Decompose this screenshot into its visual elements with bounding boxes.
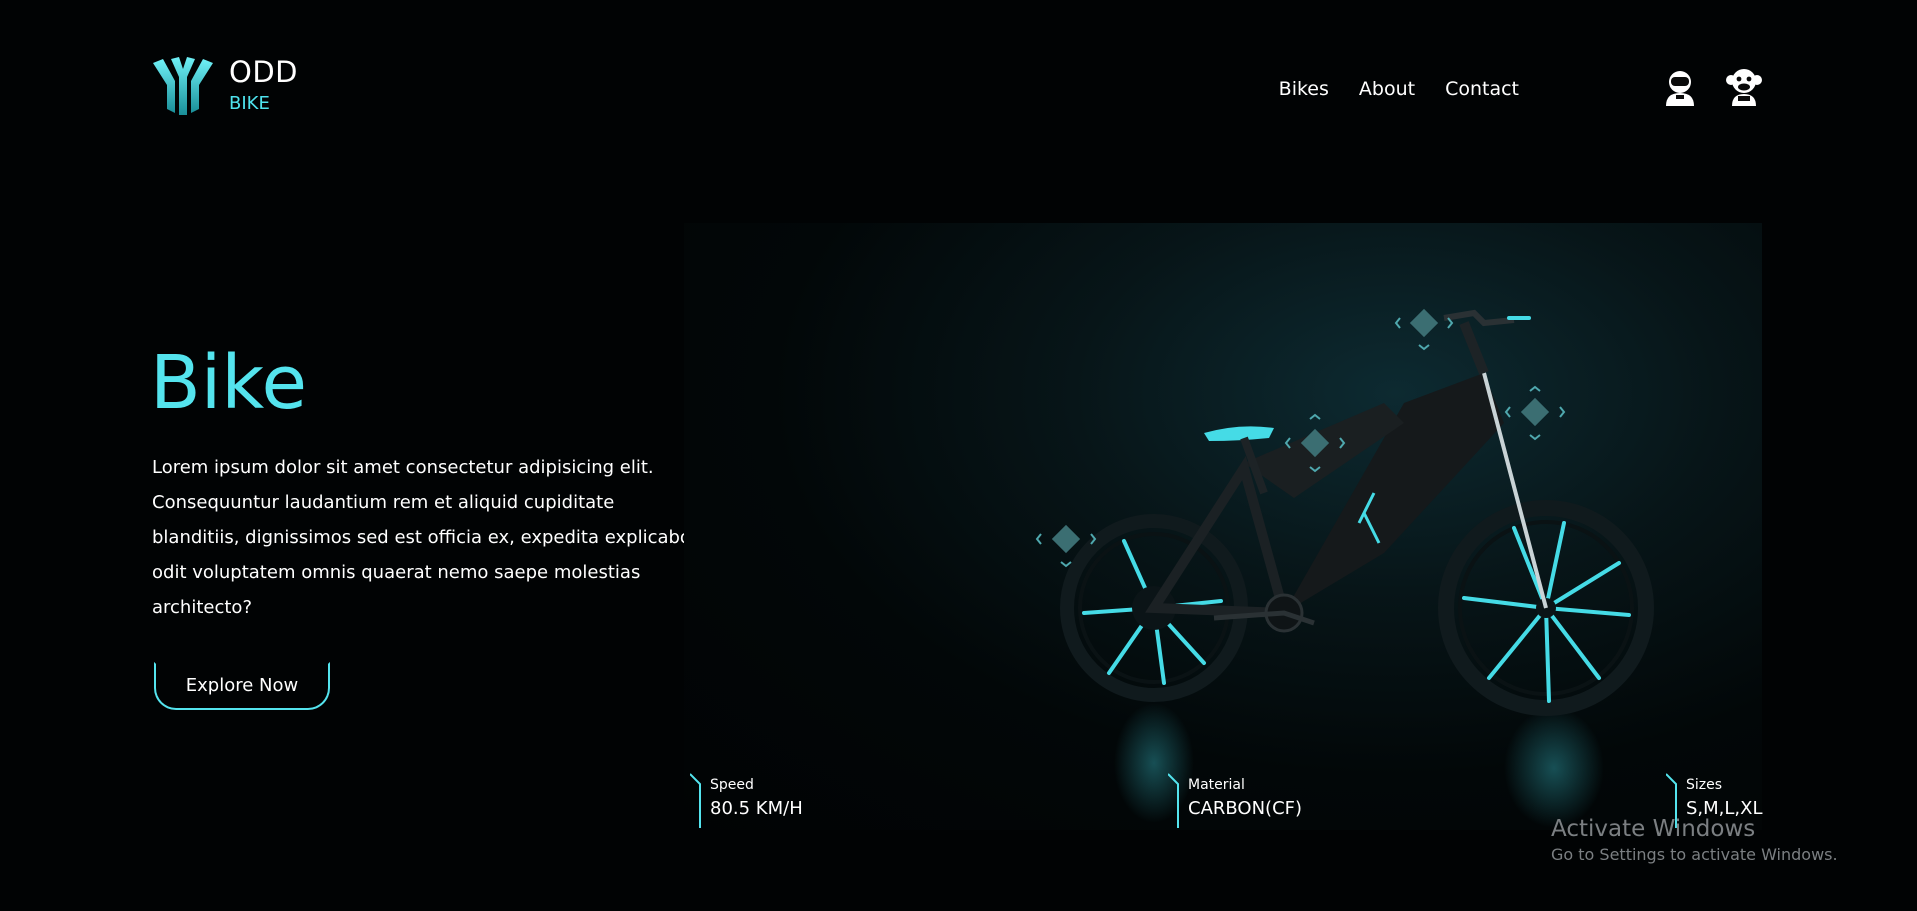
logo-mark-icon — [153, 57, 213, 115]
bracket-icon — [1168, 773, 1179, 828]
brand-subtitle: BIKE — [229, 93, 270, 114]
spec-material: Material CARBON(CF) — [1168, 772, 1302, 828]
hero-title: Bike — [150, 340, 308, 426]
spec-value: 80.5 KM/H — [710, 798, 803, 819]
explore-now-button[interactable]: Explore Now — [154, 662, 330, 710]
bike-frame — [1145, 309, 1548, 633]
spec-label: Speed — [710, 777, 754, 793]
windows-activation-watermark: Activate Windows Go to Settings to activ… — [1551, 814, 1838, 866]
bike-illustration — [1035, 308, 1654, 828]
astronaut-avatar-icon[interactable] — [1660, 66, 1700, 106]
watermark-title: Activate Windows — [1551, 816, 1756, 842]
hero-description: Lorem ipsum dolor sit amet consectetur a… — [152, 457, 691, 618]
spec-speed: Speed 80.5 KM/H — [690, 772, 803, 828]
nav-link-bikes[interactable]: Bikes — [1279, 76, 1329, 102]
spec-value: CARBON(CF) — [1188, 798, 1303, 819]
nav-link-contact[interactable]: Contact — [1445, 76, 1519, 102]
brand-logo[interactable]: ODD BIKE — [151, 55, 298, 119]
bike-showcase — [684, 223, 1762, 830]
nav-link-about[interactable]: About — [1359, 76, 1415, 102]
monkey-avatar-icon[interactable] — [1724, 66, 1764, 106]
spec-label: Material — [1188, 777, 1245, 793]
bracket-icon — [690, 773, 701, 828]
watermark-subtitle: Go to Settings to activate Windows. — [1551, 845, 1838, 864]
main-nav: Bikes About Contact — [1279, 76, 1519, 102]
spec-label: Sizes — [1686, 777, 1723, 793]
brand-title: ODD — [229, 55, 298, 89]
